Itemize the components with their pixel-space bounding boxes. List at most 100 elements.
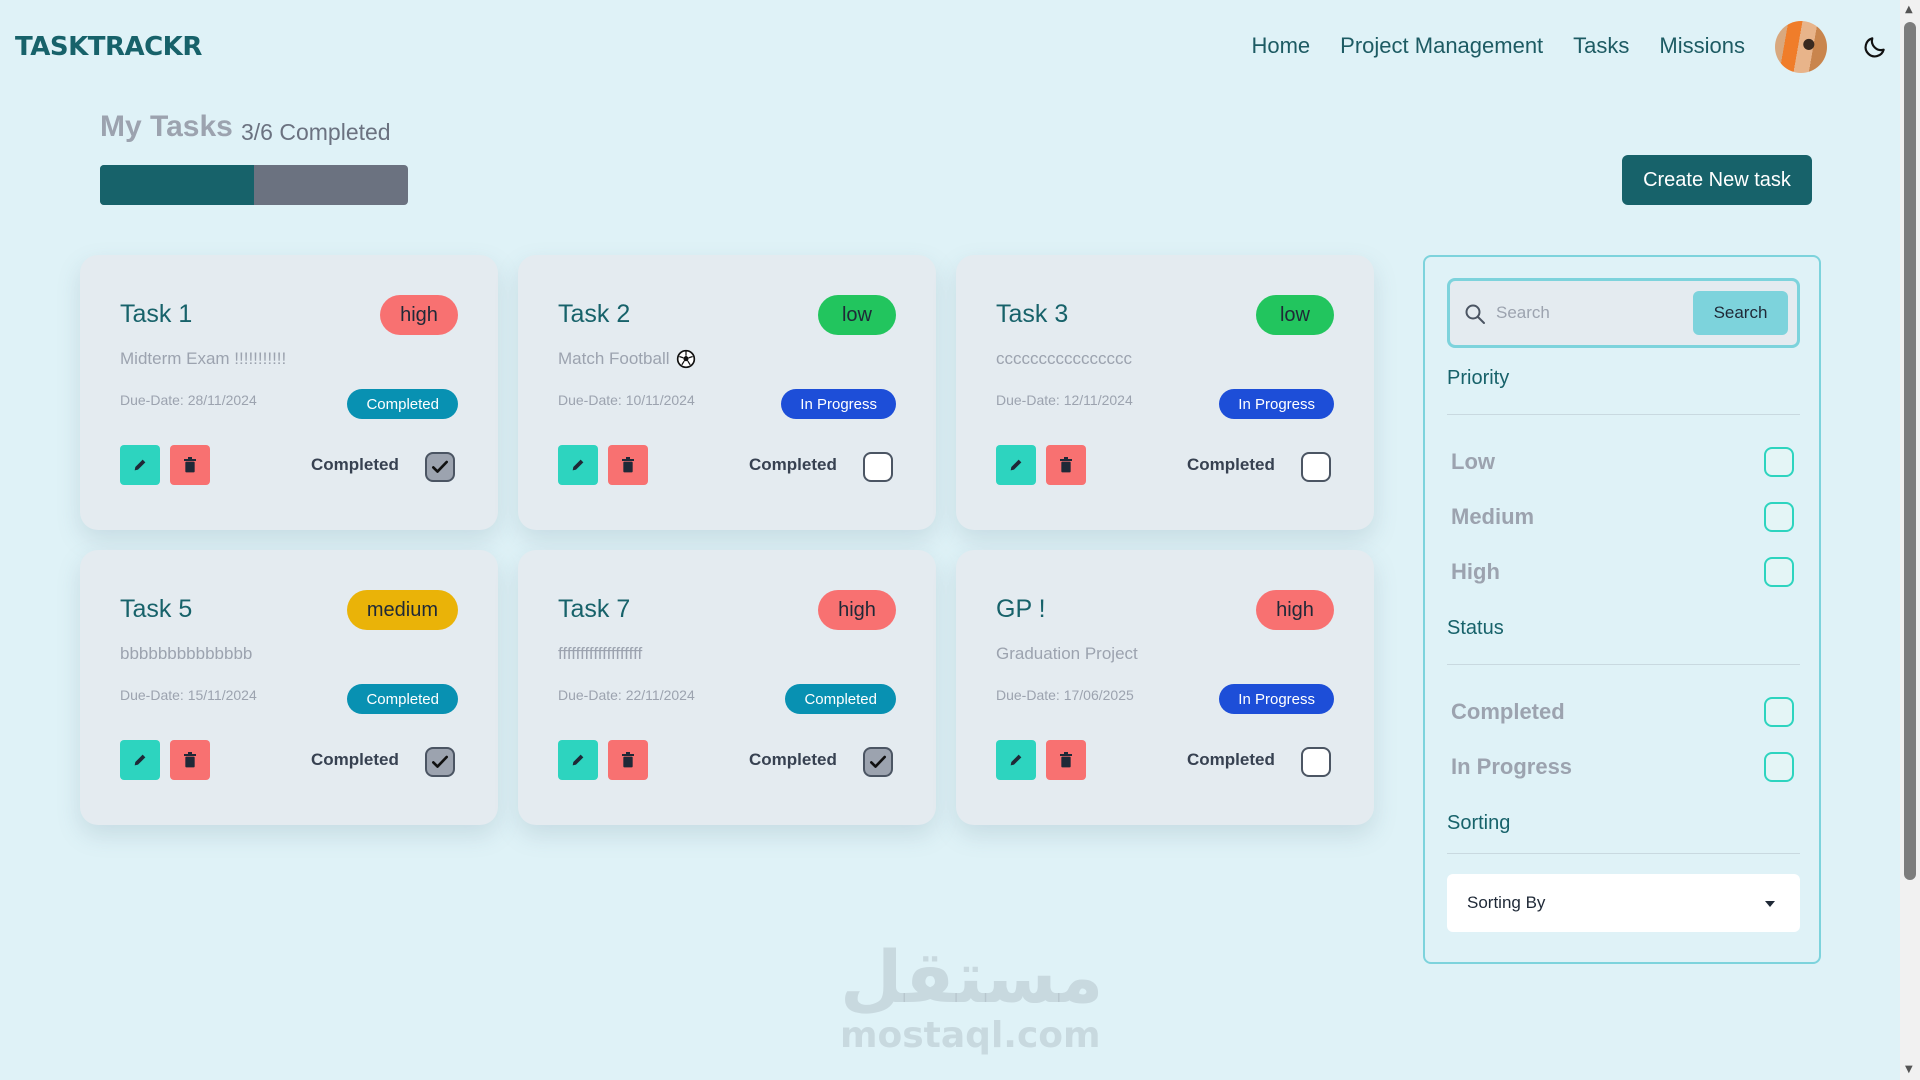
top-header: TASKTRACKR Home Project Management Tasks…	[0, 0, 1900, 96]
moon-icon[interactable]	[1862, 34, 1888, 60]
priority-title: Priority	[1447, 367, 1510, 389]
edit-task-button[interactable]	[558, 740, 598, 780]
completed-label: Completed	[749, 455, 837, 474]
priority-badge: high	[818, 590, 896, 630]
check-icon	[432, 460, 448, 473]
check-icon	[870, 755, 886, 768]
delete-task-button[interactable]	[1046, 740, 1086, 780]
main-nav: Home Project Management Tasks Missions	[1251, 33, 1745, 59]
scrollbar-thumb[interactable]	[1904, 22, 1916, 880]
divider	[1447, 664, 1800, 665]
delete-task-button[interactable]	[170, 740, 210, 780]
divider	[1447, 414, 1800, 415]
completed-checkbox[interactable]	[425, 747, 455, 777]
edit-task-button[interactable]	[996, 445, 1036, 485]
pencil-icon	[1010, 459, 1022, 471]
task-description: Match Football	[558, 349, 696, 369]
status-completed-label: Completed	[1451, 699, 1565, 724]
task-card: Task 5 medium bbbbbbbbbbbbbb Due-Date: 15/1…	[80, 550, 498, 825]
watermark-text: mostaql.com	[840, 1015, 1101, 1056]
status-badge: Completed	[785, 684, 896, 714]
pencil-icon	[1010, 754, 1022, 766]
status-badge: In Progress	[1219, 684, 1334, 714]
pencil-icon	[134, 754, 146, 766]
task-title: Task 1	[120, 300, 193, 328]
task-card: Task 1 high Midterm Exam !!!!!!!!!!! Due-Da…	[80, 255, 498, 530]
sorting-title: Sorting	[1447, 812, 1511, 834]
completed-label: Completed	[1187, 750, 1275, 769]
trash-icon	[184, 457, 196, 473]
pencil-icon	[134, 459, 146, 471]
sorting-select[interactable]: Sorting By	[1447, 874, 1800, 932]
search-button[interactable]: Search	[1693, 291, 1788, 335]
task-due-date: Due-Date: 28/11/2024	[120, 392, 257, 408]
completed-checkbox[interactable]	[863, 452, 893, 482]
priority-low-checkbox[interactable]	[1764, 447, 1794, 477]
pencil-icon	[572, 754, 584, 766]
status-in-progress-checkbox[interactable]	[1764, 752, 1794, 782]
status-badge: In Progress	[781, 389, 896, 419]
create-task-button[interactable]: Create New task	[1622, 155, 1812, 205]
task-card: GP ! high Graduation Project Due-Date: 17/0…	[956, 550, 1374, 825]
edit-task-button[interactable]	[120, 740, 160, 780]
task-description: bbbbbbbbbbbbbb	[120, 644, 252, 664]
priority-high-checkbox[interactable]	[1764, 557, 1794, 587]
task-description-text: cccccccccccccccc	[996, 349, 1132, 368]
completed-checkbox[interactable]	[425, 452, 455, 482]
search-icon	[1465, 304, 1485, 324]
trash-icon	[1060, 457, 1072, 473]
nav-missions[interactable]: Missions	[1659, 33, 1745, 59]
delete-task-button[interactable]	[1046, 445, 1086, 485]
filters-panel: Search Priority Low Medium High Status C…	[1423, 255, 1821, 964]
completed-label: Completed	[749, 750, 837, 769]
priority-badge: low	[818, 295, 896, 335]
status-completed-checkbox[interactable]	[1764, 697, 1794, 727]
app-logo[interactable]: TASKTRACKR	[15, 32, 202, 62]
task-title: Task 7	[558, 595, 631, 623]
task-description: fffffffffffffffffff	[558, 644, 642, 664]
task-title: Task 5	[120, 595, 193, 623]
status-badge: Completed	[347, 389, 458, 419]
edit-task-button[interactable]	[558, 445, 598, 485]
edit-task-button[interactable]	[996, 740, 1036, 780]
nav-project-management[interactable]: Project Management	[1340, 33, 1543, 59]
priority-badge: high	[1256, 590, 1334, 630]
trash-icon	[622, 752, 634, 768]
search-box: Search	[1447, 278, 1800, 348]
delete-task-button[interactable]	[170, 445, 210, 485]
completed-label: Completed	[311, 750, 399, 769]
soccer-ball-icon	[676, 349, 695, 369]
delete-task-button[interactable]	[608, 445, 648, 485]
delete-task-button[interactable]	[608, 740, 648, 780]
task-description-text: Match Football	[558, 349, 670, 368]
search-input[interactable]	[1496, 293, 1686, 333]
task-description-text: fffffffffffffffffff	[558, 644, 643, 663]
completed-checkbox[interactable]	[1301, 747, 1331, 777]
priority-badge: high	[380, 295, 458, 335]
page-scrollbar[interactable]: ▲ ▼	[1900, 0, 1920, 1080]
priority-low-label: Low	[1451, 449, 1495, 474]
completed-label: Completed	[311, 455, 399, 474]
nav-tasks[interactable]: Tasks	[1573, 33, 1629, 59]
task-due-date: Due-Date: 15/11/2024	[120, 687, 257, 703]
task-title: Task 2	[558, 300, 631, 328]
edit-task-button[interactable]	[120, 445, 160, 485]
page-title: My Tasks	[100, 110, 233, 143]
completed-checkbox[interactable]	[863, 747, 893, 777]
task-description-text: Midterm Exam !!!!!!!!!!!	[120, 349, 287, 368]
trash-icon	[622, 457, 634, 473]
avatar[interactable]	[1775, 21, 1827, 73]
trash-icon	[1060, 752, 1072, 768]
nav-home[interactable]: Home	[1251, 33, 1310, 59]
scroll-up-icon[interactable]: ▲	[1905, 4, 1913, 15]
priority-badge: medium	[346, 590, 458, 630]
scroll-down-icon[interactable]: ▼	[1905, 1064, 1913, 1075]
task-card: Task 2 low Match Football Due-Date: 10/11/2…	[518, 255, 936, 530]
priority-medium-checkbox[interactable]	[1764, 502, 1794, 532]
completed-label: Completed	[1187, 455, 1275, 474]
priority-badge: low	[1256, 295, 1334, 335]
completed-count: 3/6 Completed	[241, 119, 391, 145]
completed-checkbox[interactable]	[1301, 452, 1331, 482]
pencil-icon	[572, 459, 584, 471]
check-icon	[432, 755, 448, 768]
